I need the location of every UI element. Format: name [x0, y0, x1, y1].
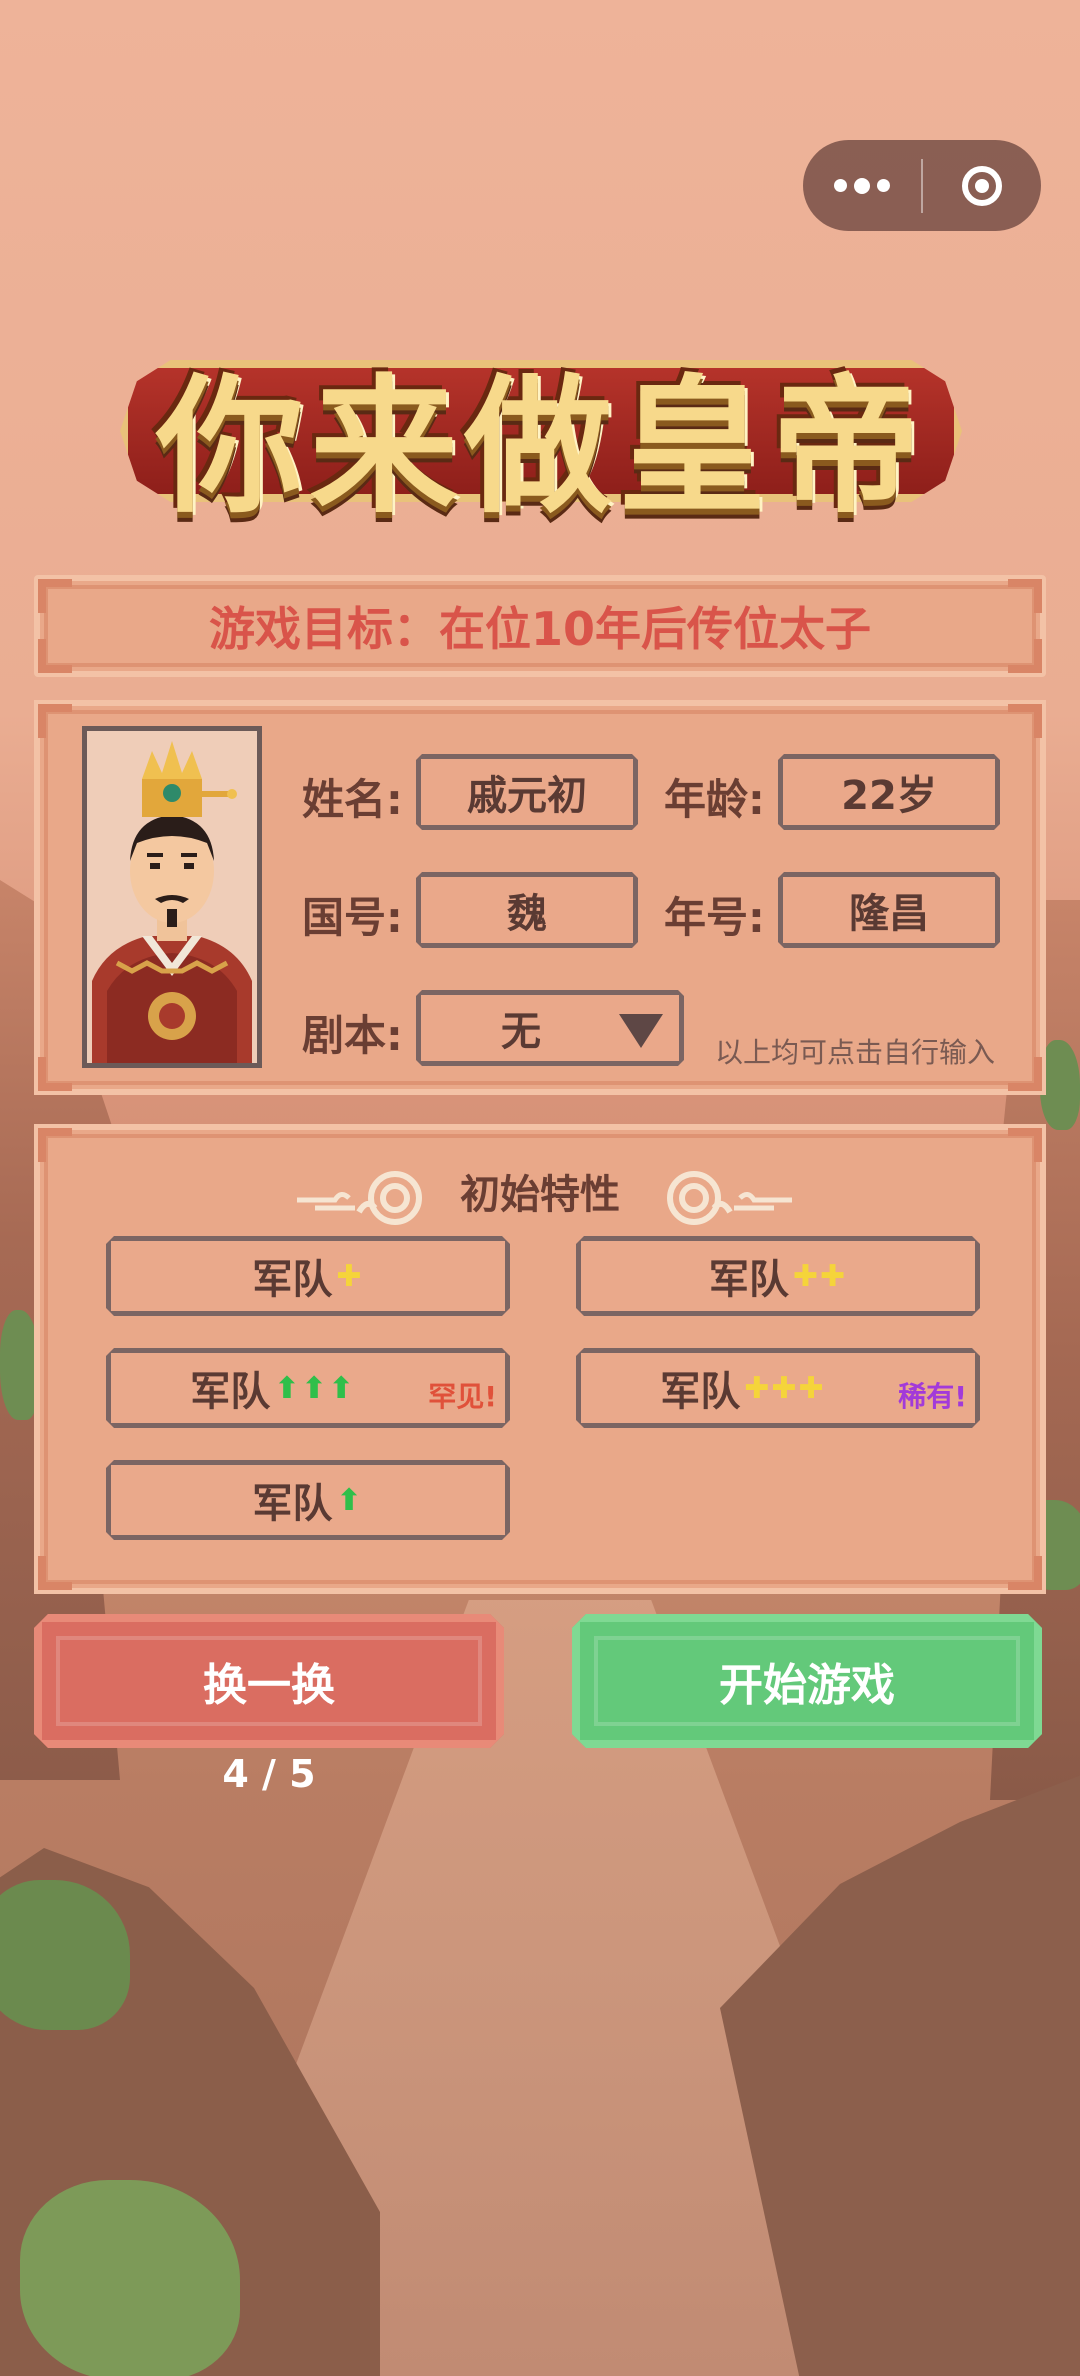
background-hill-left: [0, 1848, 380, 2376]
background-bush: [0, 1880, 130, 2030]
script-dropdown[interactable]: 无: [416, 990, 684, 1066]
trait-label: 军队: [708, 1257, 789, 1303]
start-game-button[interactable]: 开始游戏: [572, 1614, 1042, 1748]
age-field[interactable]: 22岁: [778, 754, 1000, 830]
input-hint: 以上均可点击自行输入: [715, 1036, 996, 1069]
rarity-tag: 稀有!: [898, 1380, 967, 1413]
name-label: 姓名:: [302, 775, 403, 824]
refresh-counter: 4 / 5: [222, 1752, 316, 1796]
script-value: 无: [501, 1009, 541, 1055]
trait-item: 军队 ⬆: [106, 1460, 510, 1540]
era-field[interactable]: 隆昌: [778, 872, 1000, 948]
trait-item: 军队 ✚✚: [576, 1236, 980, 1316]
goal-panel: 游戏目标：在位10年后传位太子: [34, 575, 1046, 677]
traits-panel: 初始特性 军队 ✚ 军队 ✚✚ 军队 ⬆⬆⬆ 罕见! 军队 ✚✚✚ 稀有! 军队 ⬆: [34, 1124, 1046, 1594]
more-dots-icon[interactable]: [803, 140, 921, 231]
up-arrow-icon: ⬆⬆⬆: [274, 1370, 356, 1406]
background-bush: [20, 2180, 240, 2376]
country-field[interactable]: 魏: [416, 872, 638, 948]
refresh-button[interactable]: 换一换: [34, 1614, 504, 1748]
script-label: 剧本:: [302, 1011, 403, 1060]
close-target-icon[interactable]: [923, 165, 1041, 206]
trait-label: 军队: [252, 1481, 333, 1527]
trait-label: 军队: [660, 1369, 741, 1415]
rarity-tag: 罕见!: [428, 1380, 497, 1413]
plus-icon: ✚✚: [792, 1258, 848, 1294]
name-field[interactable]: 戚元初: [416, 754, 638, 830]
game-logo: 你来做皇帝: [120, 320, 962, 546]
plus-icon: ✚✚✚: [744, 1370, 826, 1406]
logo-title: 你来做皇帝: [156, 358, 926, 533]
traits-title: 初始特性: [460, 1172, 620, 1218]
dropdown-triangle-icon: [619, 1014, 663, 1048]
trait-label: 军队: [190, 1369, 271, 1415]
era-label: 年号:: [664, 893, 765, 942]
country-label: 国号:: [302, 893, 403, 942]
background-bush: [1040, 1040, 1080, 1130]
mini-program-capsule: [803, 140, 1041, 231]
trait-item: 军队 ✚: [106, 1236, 510, 1316]
goal-text: 游戏目标：在位10年后传位太子: [208, 602, 871, 656]
trait-item: 军队 ⬆⬆⬆ 罕见!: [106, 1348, 510, 1428]
emperor-portrait: [82, 726, 262, 1068]
age-label: 年龄:: [664, 775, 765, 824]
background-hill-right: [720, 1760, 1080, 2376]
emperor-info-panel: 姓名: 戚元初 年龄: 22岁 国号: 魏 年号: 隆昌 剧本: 无 以上均可点…: [34, 700, 1046, 1095]
plus-icon: ✚: [336, 1258, 364, 1294]
cloud-ornament-right-icon: [667, 1171, 792, 1225]
trait-item: 军队 ✚✚✚ 稀有!: [576, 1348, 980, 1428]
game-screen: 你来做皇帝 游戏目标：在位10年后传位太子 姓名: 戚元初 年龄: 22岁 国号…: [0, 0, 1080, 2376]
trait-label: 军队: [252, 1257, 333, 1303]
up-arrow-icon: ⬆: [336, 1482, 364, 1518]
